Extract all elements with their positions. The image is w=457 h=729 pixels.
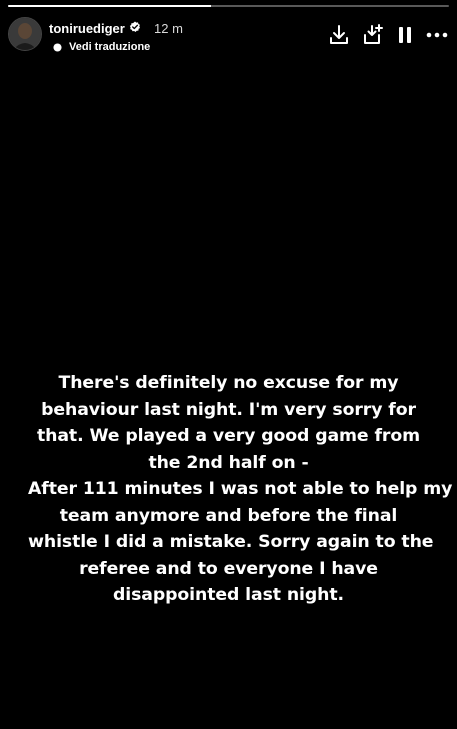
more-options-button[interactable] — [425, 23, 449, 47]
pause-button[interactable] — [393, 23, 417, 47]
caption-line: team anymore and before the final — [59, 505, 398, 526]
caption-line: that. We played a very good game from — [36, 426, 420, 446]
story-viewer: toniruediger 12 m Vedi traduzione There'… — [0, 0, 457, 729]
story-progress-bar — [8, 5, 449, 7]
story-caption: There's definitely no excuse for my beha… — [28, 370, 453, 609]
caption-line: behaviour last night. I'm very sorry for — [41, 399, 416, 420]
story-progress-fill — [8, 5, 211, 7]
save-to-device-icon — [364, 24, 383, 44]
caption-line: referee and to everyone I have — [79, 558, 378, 579]
caption-line: the 2nd half on - — [148, 452, 309, 473]
download-button[interactable] — [327, 23, 351, 47]
caption-line: There's definitely no excuse for my — [58, 373, 399, 393]
caption-line: After 111 minutes I was not able to help… — [28, 479, 453, 499]
translate-dot-icon — [53, 42, 62, 52]
verified-badge-icon — [129, 21, 140, 32]
pause-icon — [399, 27, 411, 43]
translate-label[interactable]: Vedi traduzione — [69, 41, 150, 53]
caption-line: whistle I did a mistake. Sorry again to … — [28, 532, 434, 552]
caption-line: disappointed last night. — [113, 585, 344, 605]
more-options-icon — [426, 32, 448, 38]
download-icon — [330, 25, 348, 44]
story-header: toniruediger 12 m Vedi traduzione — [8, 17, 449, 57]
translate-link[interactable]: Vedi traduzione — [53, 40, 150, 54]
story-username[interactable]: toniruediger — [49, 21, 125, 36]
save-to-device-button[interactable] — [362, 23, 386, 47]
story-timestamp: 12 m — [154, 21, 183, 36]
avatar-image — [9, 18, 41, 50]
avatar[interactable] — [8, 17, 42, 51]
